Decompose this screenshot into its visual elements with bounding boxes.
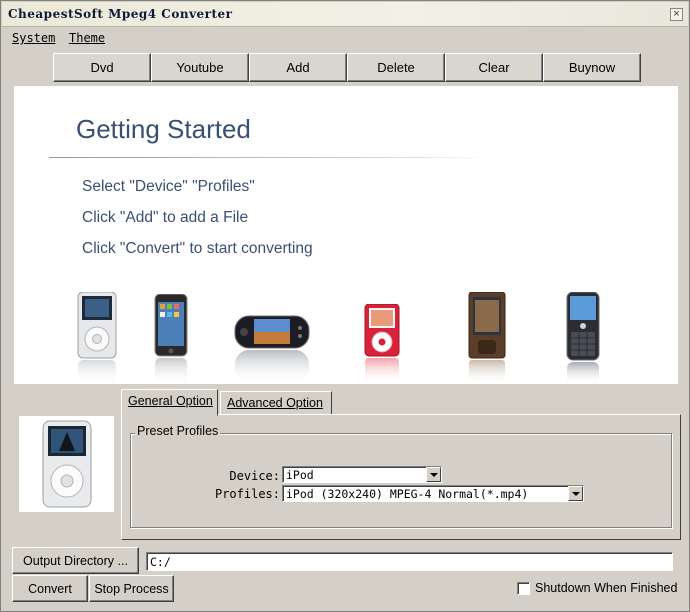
buynow-button[interactable]: Buynow [543,53,641,82]
stop-process-button[interactable]: Stop Process [89,575,174,602]
title-divider [49,157,489,158]
tab-general-option[interactable]: General Option [121,389,218,416]
iphone-icon [154,294,188,384]
delete-button[interactable]: Delete [347,53,445,82]
device-select[interactable]: iPod [282,466,442,483]
clear-button[interactable]: Clear [445,53,543,82]
device-label: Device: [229,469,280,483]
preset-profiles-label: Preset Profiles [135,424,221,438]
zune-icon [468,292,506,384]
menu-bar: System Theme [2,28,688,50]
dvd-button[interactable]: Dvd [53,53,151,82]
output-path-field[interactable]: C:/ [146,552,673,571]
blackberry-icon [566,292,600,384]
tab-advanced-label: Advanced Option [227,396,323,410]
tab-general-label: General Option [128,394,213,408]
chevron-down-icon[interactable] [426,467,441,482]
general-option-panel: Preset Profiles Device: iPod Profiles: i… [121,414,681,540]
instruction-line: Click "Convert" to start converting [82,240,313,257]
preview-thumbnail [19,416,114,512]
title-bar[interactable]: CheapestSoft Mpeg4 Converter × [2,2,688,27]
ipod-classic-icon [77,292,117,384]
shutdown-label[interactable]: Shutdown When Finished [535,581,677,595]
profiles-label: Profiles: [214,487,280,501]
close-button[interactable]: × [670,8,683,21]
profiles-select[interactable]: iPod (320x240) MPEG-4 Normal(*.mp4) [282,485,584,502]
menu-theme[interactable]: Theme [69,31,105,45]
app-window: CheapestSoft Mpeg4 Converter × System Th… [0,0,690,612]
chevron-down-icon[interactable] [568,486,583,501]
tab-advanced-option[interactable]: Advanced Option [220,391,332,415]
getting-started-panel: Getting Started Select "Device" "Profile… [14,86,678,384]
ipod-preview-icon [42,420,92,508]
ipod-nano-icon [364,304,400,384]
device-gallery [14,286,678,384]
instruction-line: Select "Device" "Profiles" [82,178,255,195]
profiles-select-value: iPod (320x240) MPEG-4 Normal(*.mp4) [286,487,529,501]
shutdown-checkbox[interactable] [517,582,530,595]
output-directory-button[interactable]: Output Directory ... [12,547,139,574]
add-button[interactable]: Add [249,53,347,82]
menu-system[interactable]: System [12,31,55,45]
device-select-value: iPod [286,468,314,482]
window-title: CheapestSoft Mpeg4 Converter [8,7,233,21]
youtube-button[interactable]: Youtube [151,53,249,82]
psp-icon [234,315,310,384]
convert-button[interactable]: Convert [12,575,88,602]
getting-started-title: Getting Started [76,114,251,144]
instruction-line: Click "Add" to add a File [82,209,249,226]
toolbar: Dvd Youtube Add Delete Clear Buynow [53,53,641,82]
